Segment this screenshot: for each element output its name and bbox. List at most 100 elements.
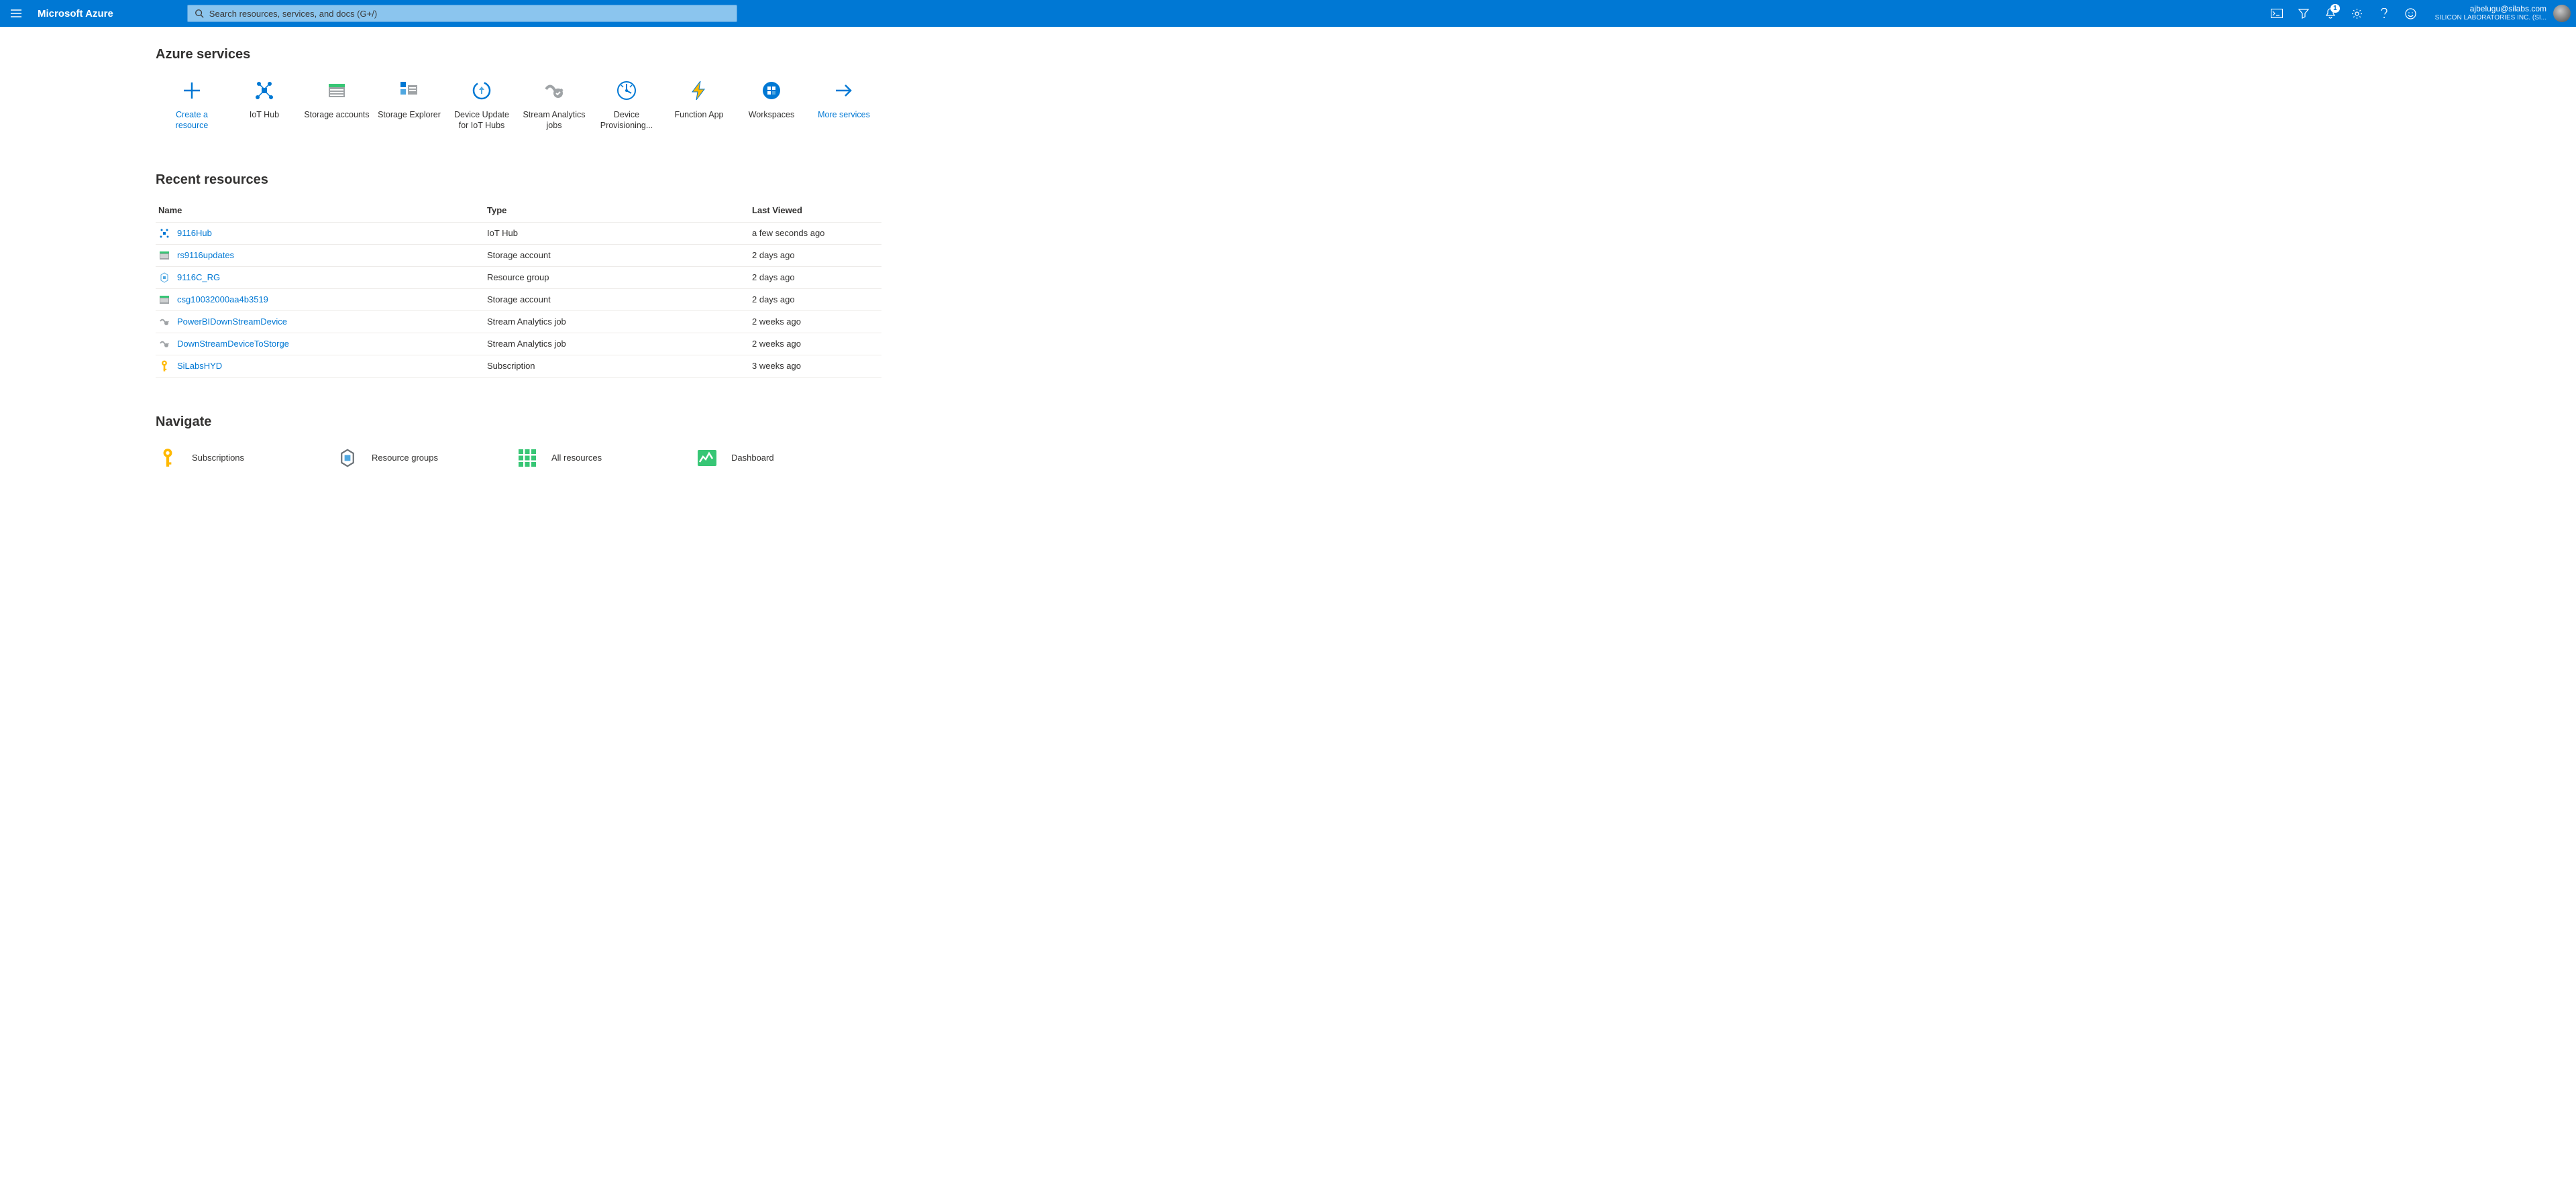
service-label: Storage Explorer (378, 109, 441, 120)
table-row: SiLabsHYD Subscription3 weeks ago (156, 355, 881, 377)
resource-link[interactable]: 9116C_RG (177, 272, 220, 282)
resource-last-viewed: 2 days ago (749, 244, 881, 266)
service-label: Workspaces (749, 109, 795, 120)
resource-type: Storage account (484, 288, 749, 310)
nav-label: All resources (551, 453, 602, 463)
page-scroll[interactable]: Azure services Create a resourceIoT HubS… (0, 27, 2576, 1203)
notification-badge: 1 (2330, 4, 2340, 13)
service-label: IoT Hub (250, 109, 279, 120)
resource-last-viewed: a few seconds ago (749, 222, 881, 244)
service-label: Create a resource (158, 109, 225, 131)
resource-type: Storage account (484, 244, 749, 266)
account-text: ajbelugu@silabs.com SILICON LABORATORIES… (2435, 5, 2546, 21)
service-label: More services (818, 109, 870, 120)
resource-last-viewed: 2 days ago (749, 266, 881, 288)
service-tile-arrow[interactable]: More services (808, 74, 880, 135)
iothub-icon (252, 78, 276, 103)
resource-last-viewed: 2 weeks ago (749, 333, 881, 355)
service-label: Storage accounts (304, 109, 369, 120)
service-tile-dps[interactable]: Device Provisioning... (590, 74, 663, 135)
search-box[interactable] (187, 5, 737, 22)
search-input[interactable] (209, 9, 730, 19)
avatar (2553, 5, 2571, 22)
table-row: DownStreamDeviceToStorge Stream Analytics… (156, 333, 881, 355)
service-tile-storage[interactable]: Storage accounts (301, 74, 373, 135)
account-menu[interactable]: ajbelugu@silabs.com SILICON LABORATORIES… (2424, 0, 2576, 27)
gear-icon (2351, 8, 2363, 19)
service-tile-storageexplorer[interactable]: Storage Explorer (373, 74, 445, 135)
navigate-row: Subscriptions Resource groups All resource… (156, 442, 1041, 474)
table-row: csg10032000aa4b3519Storage account2 days… (156, 288, 881, 310)
settings-button[interactable] (2344, 0, 2371, 27)
col-header-last[interactable]: Last Viewed (749, 200, 881, 223)
resource-link[interactable]: PowerBIDownStreamDevice (177, 317, 287, 327)
service-label: Device Update for IoT Hubs (448, 109, 515, 131)
service-label: Stream Analytics jobs (521, 109, 588, 131)
sa-sm-icon (158, 339, 170, 349)
dps-icon (614, 78, 639, 103)
resource-type: Stream Analytics job (484, 333, 749, 355)
resource-link[interactable]: SiLabsHYD (177, 361, 222, 371)
navigate-title: Navigate (156, 414, 1041, 430)
services-row: Create a resource IoT Hub Storage accounts… (156, 74, 1041, 135)
hamburger-menu[interactable] (0, 0, 32, 27)
storage-icon (325, 78, 349, 103)
service-tile-streamanalytics[interactable]: Stream Analytics jobs (518, 74, 590, 135)
search-container (187, 5, 737, 22)
sa-sm-icon (158, 317, 170, 327)
nav-tile-dashboard[interactable]: Dashboard (695, 442, 875, 474)
resource-type: Resource group (484, 266, 749, 288)
service-tile-workspaces[interactable]: Workspaces (735, 74, 808, 135)
resource-link[interactable]: rs9116updates (177, 250, 234, 260)
account-org: SILICON LABORATORIES INC. (SI... (2435, 14, 2546, 22)
key-sm-icon (158, 361, 170, 371)
resource-link[interactable]: 9116Hub (177, 228, 212, 238)
filter-icon (2298, 8, 2309, 19)
directory-filter-button[interactable] (2290, 0, 2317, 27)
service-tile-functionapp[interactable]: Function App (663, 74, 735, 135)
feedback-button[interactable] (2398, 0, 2424, 27)
key-icon (158, 449, 177, 467)
brand-name[interactable]: Microsoft Azure (32, 8, 127, 19)
col-header-type[interactable]: Type (484, 200, 749, 223)
service-tile-plus[interactable]: Create a resource (156, 74, 228, 135)
nav-tile-grid[interactable]: All resources (515, 442, 695, 474)
storageexplorer-icon (397, 78, 421, 103)
rg-icon (338, 449, 357, 467)
smiley-icon (2405, 8, 2416, 19)
cloud-shell-button[interactable] (2263, 0, 2290, 27)
storage-sm-icon (158, 250, 170, 261)
nav-label: Resource groups (372, 453, 438, 463)
resource-type: Subscription (484, 355, 749, 377)
table-row: 9116HubIoT Huba few seconds ago (156, 222, 881, 244)
recent-title: Recent resources (156, 172, 1041, 188)
resource-link[interactable]: DownStreamDeviceToStorge (177, 339, 289, 349)
grid-icon (518, 449, 537, 467)
notifications-button[interactable]: 1 (2317, 0, 2344, 27)
workspaces-icon (759, 78, 784, 103)
account-email: ajbelugu@silabs.com (2435, 5, 2546, 14)
iothub-sm-icon (158, 228, 170, 239)
nav-tile-rg[interactable]: Resource groups (335, 442, 515, 474)
col-header-name[interactable]: Name (156, 200, 484, 223)
topbar-icons: 1 (2263, 0, 2424, 27)
service-tile-iothub[interactable]: IoT Hub (228, 74, 301, 135)
nav-label: Subscriptions (192, 453, 244, 463)
deviceupdate-icon (470, 78, 494, 103)
resource-last-viewed: 2 weeks ago (749, 310, 881, 333)
service-tile-deviceupdate[interactable]: Device Update for IoT Hubs (445, 74, 518, 135)
resource-last-viewed: 3 weeks ago (749, 355, 881, 377)
functionapp-icon (687, 78, 711, 103)
topbar: Microsoft Azure 1 ajbelugu@silabs.c (0, 0, 2576, 27)
question-icon (2381, 8, 2387, 19)
hamburger-icon (11, 9, 21, 17)
resource-link[interactable]: csg10032000aa4b3519 (177, 294, 268, 304)
table-row: rs9116updates Storage account2 days ago (156, 244, 881, 266)
resource-type: Stream Analytics job (484, 310, 749, 333)
nav-label: Dashboard (731, 453, 774, 463)
nav-tile-key[interactable]: Subscriptions (156, 442, 335, 474)
table-row: 9116C_RG Resource group2 days ago (156, 266, 881, 288)
cloud-shell-icon (2271, 9, 2283, 18)
rg-sm-icon (158, 272, 170, 283)
help-button[interactable] (2371, 0, 2398, 27)
